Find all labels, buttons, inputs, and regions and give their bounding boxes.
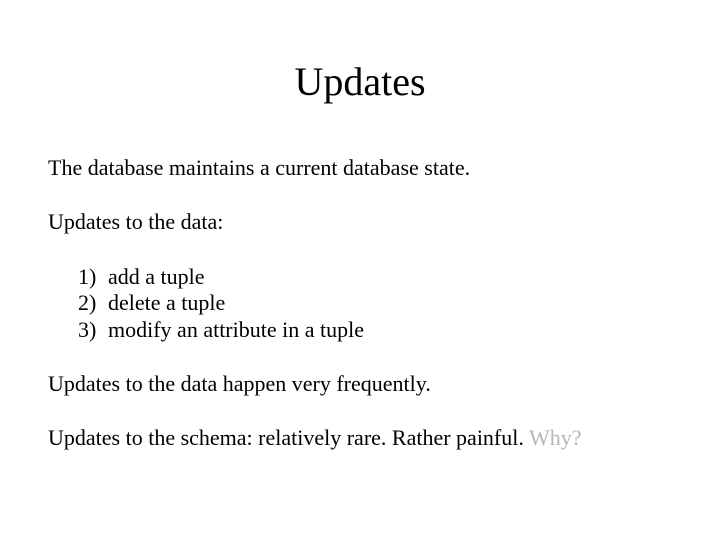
list-item: 3) modify an attribute in a tuple xyxy=(78,317,672,343)
text-line: Updates to the data happen very frequent… xyxy=(48,371,672,397)
list-number: 1) xyxy=(78,264,108,290)
list-number: 3) xyxy=(78,317,108,343)
list-number: 2) xyxy=(78,290,108,316)
slide-body: The database maintains a current databas… xyxy=(48,155,672,452)
text-span: Updates to the schema: relatively rare. … xyxy=(48,425,529,450)
list-item: 1) add a tuple xyxy=(78,264,672,290)
list-item: 2) delete a tuple xyxy=(78,290,672,316)
slide-title: Updates xyxy=(0,58,720,105)
ordered-list: 1) add a tuple 2) delete a tuple 3) modi… xyxy=(48,264,672,343)
list-text: modify an attribute in a tuple xyxy=(108,317,364,343)
text-line: Updates to the data: xyxy=(48,209,672,235)
text-line: The database maintains a current databas… xyxy=(48,155,672,181)
text-line: Updates to the schema: relatively rare. … xyxy=(48,425,672,451)
slide: Updates The database maintains a current… xyxy=(0,0,720,540)
list-text: delete a tuple xyxy=(108,290,225,316)
list-text: add a tuple xyxy=(108,264,205,290)
faded-text: Why? xyxy=(529,425,582,450)
